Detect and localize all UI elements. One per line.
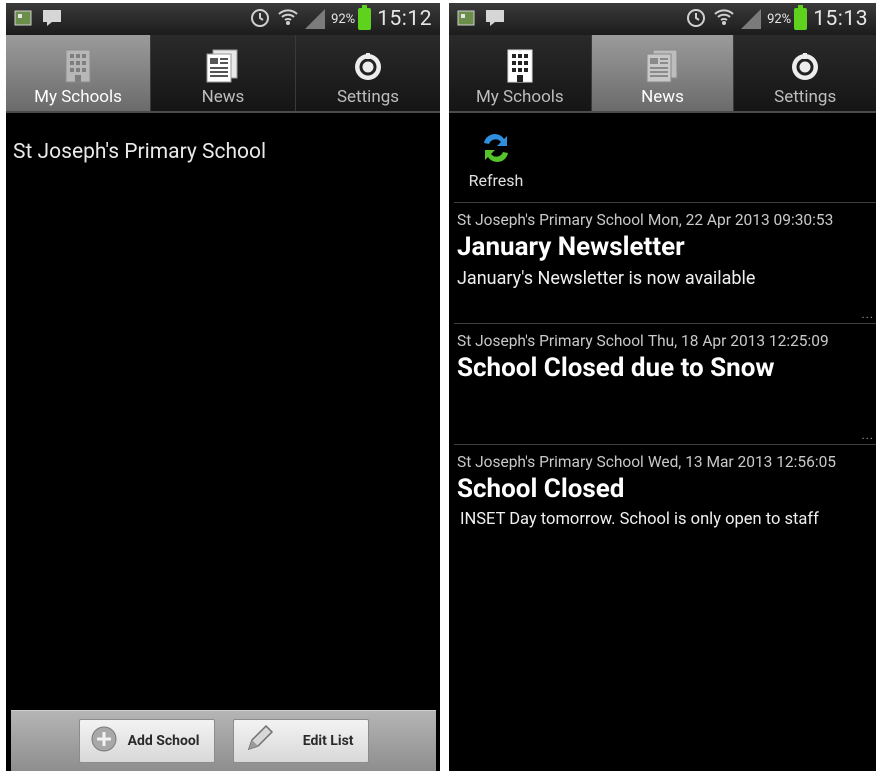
add-icon (90, 725, 118, 757)
tab-label: Settings (774, 87, 837, 107)
news-list: St Joseph's Primary School Mon, 22 Apr 20… (454, 202, 876, 565)
add-school-button[interactable]: Add School (78, 719, 215, 763)
refresh-button[interactable]: Refresh (461, 131, 531, 190)
tab-settings[interactable]: Settings (734, 35, 876, 111)
gallery-notification-icon (14, 10, 32, 30)
newspaper-icon (645, 47, 681, 85)
pencil-icon (244, 724, 274, 758)
more-indicator: ... (861, 428, 874, 442)
signal-icon (305, 9, 326, 29)
edit-list-button[interactable]: Edit List (232, 719, 369, 763)
tab-bar: My Schools News Settings (6, 35, 440, 113)
message-notification-icon (485, 9, 505, 31)
more-indicator: ... (861, 307, 874, 321)
news-school: St Joseph's Primary School (457, 453, 644, 471)
building-icon (65, 47, 91, 85)
news-item[interactable]: St Joseph's Primary School Mon, 22 Apr 20… (454, 202, 876, 323)
edit-list-label: Edit List (302, 733, 354, 749)
tab-news[interactable]: News (151, 35, 296, 111)
newspaper-icon (205, 47, 241, 85)
news-title: School Closed due to Snow (457, 353, 775, 383)
wifi-icon (277, 6, 299, 32)
battery-icon (794, 5, 808, 30)
refresh-icon (479, 134, 513, 169)
tab-my-schools[interactable]: My Schools (449, 35, 592, 111)
settings-dial-icon (352, 47, 384, 85)
tab-my-schools[interactable]: My Schools (6, 35, 151, 111)
tab-label: Settings (336, 87, 400, 107)
news-title: January Newsletter (457, 232, 685, 262)
news-item[interactable]: St Joseph's Primary School Wed, 13 Mar 20… (454, 444, 876, 565)
gallery-notification-icon (457, 10, 475, 30)
screen-news: 92% 15:13 My Schools News Settings Refre… (449, 3, 876, 771)
status-bar: 92% 15:13 (449, 3, 876, 35)
tab-settings[interactable]: Settings (296, 35, 440, 111)
signal-icon (741, 9, 762, 29)
settings-dial-icon (789, 47, 821, 85)
news-school: St Joseph's Primary School (457, 211, 644, 229)
alarm-icon (685, 6, 707, 32)
battery-percent: 92% (331, 11, 356, 27)
tab-news[interactable]: News (591, 35, 735, 111)
tab-label: My Schools (475, 87, 564, 107)
bottom-action-bar: Add School Edit List (11, 710, 436, 771)
news-date: Thu, 18 Apr 2013 12:25:09 (647, 332, 829, 350)
clock: 15:13 (813, 7, 868, 31)
wifi-icon (713, 6, 735, 32)
news-date: Wed, 13 Mar 2013 12:56:05 (647, 453, 836, 471)
battery-icon (358, 5, 372, 30)
news-school: St Joseph's Primary School (457, 332, 644, 350)
news-item[interactable]: St Joseph's Primary School Thu, 18 Apr 20… (454, 323, 876, 444)
school-list-item[interactable]: St Joseph's Primary School (13, 140, 266, 164)
alarm-icon (249, 6, 271, 32)
tab-label: News (641, 87, 684, 107)
news-title: School Closed (457, 474, 625, 504)
tab-label: News (201, 87, 245, 107)
clock: 15:12 (377, 7, 432, 31)
tab-label: My Schools (34, 87, 122, 107)
building-icon (507, 47, 533, 85)
battery-percent: 92% (767, 11, 792, 27)
tab-bar: My Schools News Settings (449, 35, 876, 113)
news-date: Mon, 22 Apr 2013 09:30:53 (647, 211, 834, 229)
add-school-label: Add School (127, 733, 200, 749)
news-body: INSET Day tomorrow. School is only open … (460, 510, 819, 529)
screen-my-schools: 92% 15:12 My Schools News Settings St Jo… (6, 3, 440, 771)
message-notification-icon (42, 9, 62, 31)
refresh-label: Refresh (468, 171, 524, 190)
news-body: January's Newsletter is now available (457, 268, 756, 289)
status-bar: 92% 15:12 (6, 3, 440, 35)
